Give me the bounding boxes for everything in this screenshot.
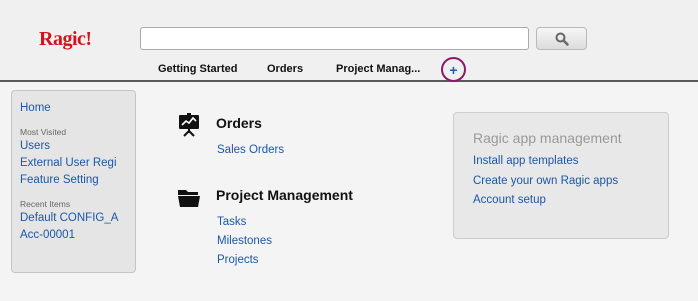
section-title-project-management[interactable]: Project Management: [216, 187, 353, 203]
link-sales-orders[interactable]: Sales Orders: [217, 144, 284, 156]
recent-items-heading: Recent Items: [20, 199, 71, 209]
app-management-panel: Ragic app management Install app templat…: [453, 112, 669, 239]
app-management-title: Ragic app management: [473, 130, 622, 146]
link-projects[interactable]: Projects: [217, 254, 259, 266]
sidebar-item-users[interactable]: Users: [20, 138, 127, 155]
sidebar-recent-acc[interactable]: Acc-00001: [20, 227, 127, 244]
tab-orders[interactable]: Orders: [267, 63, 303, 75]
sidebar-item-external-user[interactable]: External User Regi: [20, 155, 127, 172]
tab-getting-started[interactable]: Getting Started: [158, 63, 237, 75]
sidebar-item-feature-setting[interactable]: Feature Setting: [20, 172, 127, 189]
add-tab-button[interactable]: +: [441, 57, 466, 82]
sidebar-home-link[interactable]: Home: [20, 100, 127, 117]
section-title-orders[interactable]: Orders: [216, 115, 262, 131]
account-setup-link[interactable]: Account setup: [473, 194, 546, 206]
create-ragic-apps-link[interactable]: Create your own Ragic apps: [473, 175, 618, 187]
link-milestones[interactable]: Milestones: [217, 235, 272, 247]
plus-icon: +: [449, 61, 458, 78]
most-visited-heading: Most Visited: [20, 127, 67, 137]
link-tasks[interactable]: Tasks: [217, 216, 246, 228]
presentation-board-icon: [179, 113, 199, 137]
search-button[interactable]: [536, 27, 587, 50]
install-app-templates-link[interactable]: Install app templates: [473, 155, 578, 167]
folder-icon: [178, 190, 200, 207]
ragic-logo[interactable]: Ragic!: [39, 28, 92, 51]
search-input[interactable]: [140, 27, 529, 50]
sidebar: Home Most Visited Users External User Re…: [11, 90, 136, 273]
magnifier-icon: [555, 32, 569, 46]
top-header: Ragic! Getting Started Orders Project Ma…: [0, 0, 698, 82]
tab-project-management[interactable]: Project Manag...: [336, 63, 420, 75]
sidebar-recent-default-config[interactable]: Default CONFIG_A: [20, 210, 127, 227]
